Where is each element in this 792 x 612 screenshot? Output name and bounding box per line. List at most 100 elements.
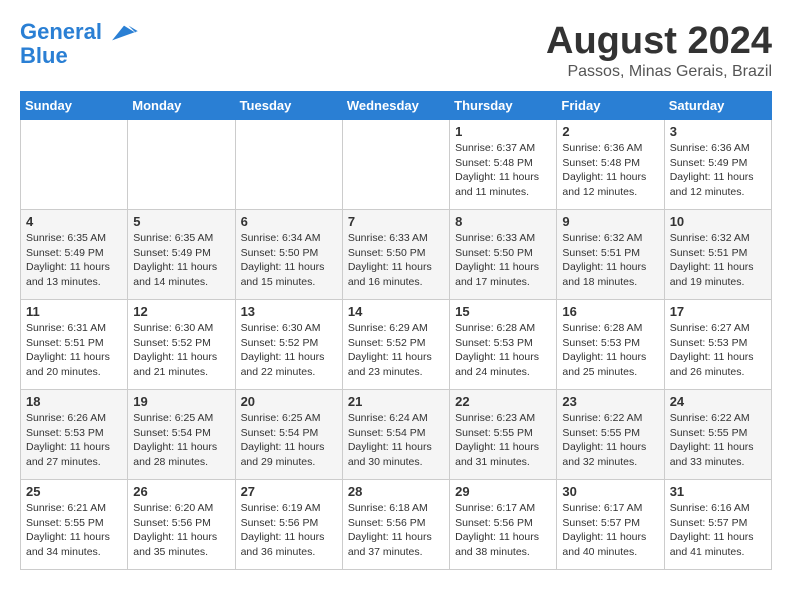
calendar-cell: 24Sunrise: 6:22 AM Sunset: 5:55 PM Dayli… [664,390,771,480]
day-info: Sunrise: 6:33 AM Sunset: 5:50 PM Dayligh… [348,231,444,290]
weekday-header-saturday: Saturday [664,92,771,120]
day-info: Sunrise: 6:16 AM Sunset: 5:57 PM Dayligh… [670,501,766,560]
calendar-subtitle: Passos, Minas Gerais, Brazil [546,63,772,81]
day-number: 30 [562,484,658,499]
day-number: 8 [455,214,551,229]
day-info: Sunrise: 6:28 AM Sunset: 5:53 PM Dayligh… [562,321,658,380]
day-info: Sunrise: 6:20 AM Sunset: 5:56 PM Dayligh… [133,501,229,560]
day-info: Sunrise: 6:28 AM Sunset: 5:53 PM Dayligh… [455,321,551,380]
day-number: 3 [670,124,766,139]
calendar-cell: 5Sunrise: 6:35 AM Sunset: 5:49 PM Daylig… [128,210,235,300]
calendar-cell: 27Sunrise: 6:19 AM Sunset: 5:56 PM Dayli… [235,480,342,570]
calendar-week-3: 11Sunrise: 6:31 AM Sunset: 5:51 PM Dayli… [21,300,772,390]
calendar-cell [128,120,235,210]
calendar-cell: 29 Sunrise: 6:17 AM Sunset: 5:56 PM Dayli… [450,480,557,570]
day-info: Sunrise: 6:17 AM Sunset: 5:56 PM Dayligh… [455,501,551,560]
logo-text: General [20,20,138,44]
day-info: Sunrise: 6:17 AM Sunset: 5:57 PM Dayligh… [562,501,658,560]
calendar-cell: 28Sunrise: 6:18 AM Sunset: 5:56 PM Dayli… [342,480,449,570]
weekday-header-friday: Friday [557,92,664,120]
calendar-cell: 25 Sunrise: 6:21 AM Sunset: 5:55 PM Dayli… [21,480,128,570]
calendar-cell: 22 Sunrise: 6:23 AM Sunset: 5:55 PM Dayli… [450,390,557,480]
weekday-header-row: SundayMondayTuesdayWednesdayThursdayFrid… [21,92,772,120]
day-number: 22 [455,394,551,409]
calendar-cell: 11Sunrise: 6:31 AM Sunset: 5:51 PM Dayli… [21,300,128,390]
day-number: 9 [562,214,658,229]
day-number: 25 [26,484,122,499]
calendar-cell: 23 Sunrise: 6:22 AM Sunset: 5:55 PM Dayli… [557,390,664,480]
day-info: Sunrise: 6:21 AM Sunset: 5:55 PM Dayligh… [26,501,122,560]
calendar-cell: 20 Sunrise: 6:25 AM Sunset: 5:54 PM Dayli… [235,390,342,480]
calendar-cell: 31Sunrise: 6:16 AM Sunset: 5:57 PM Dayli… [664,480,771,570]
day-number: 12 [133,304,229,319]
day-number: 4 [26,214,122,229]
day-number: 14 [348,304,444,319]
day-info: Sunrise: 6:34 AM Sunset: 5:50 PM Dayligh… [241,231,337,290]
day-info: Sunrise: 6:35 AM Sunset: 5:49 PM Dayligh… [26,231,122,290]
day-number: 29 [455,484,551,499]
calendar-cell: 14 Sunrise: 6:29 AM Sunset: 5:52 PM Dayli… [342,300,449,390]
calendar-cell: 19 Sunrise: 6:25 AM Sunset: 5:54 PM Dayli… [128,390,235,480]
calendar-cell: 17 Sunrise: 6:27 AM Sunset: 5:53 PM Dayli… [664,300,771,390]
day-info: Sunrise: 6:30 AM Sunset: 5:52 PM Dayligh… [133,321,229,380]
day-number: 17 [670,304,766,319]
calendar-cell: 26 Sunrise: 6:20 AM Sunset: 5:56 PM Dayli… [128,480,235,570]
calendar-cell [21,120,128,210]
weekday-header-sunday: Sunday [21,92,128,120]
calendar-week-2: 4 Sunrise: 6:35 AM Sunset: 5:49 PM Daylig… [21,210,772,300]
calendar-week-4: 18 Sunrise: 6:26 AM Sunset: 5:53 PM Dayli… [21,390,772,480]
weekday-header-wednesday: Wednesday [342,92,449,120]
day-number: 15 [455,304,551,319]
logo: General Blue [20,20,138,68]
day-info: Sunrise: 6:33 AM Sunset: 5:50 PM Dayligh… [455,231,551,290]
weekday-header-thursday: Thursday [450,92,557,120]
day-info: Sunrise: 6:26 AM Sunset: 5:53 PM Dayligh… [26,411,122,470]
calendar-cell: 3 Sunrise: 6:36 AM Sunset: 5:49 PM Daylig… [664,120,771,210]
calendar-cell: 2 Sunrise: 6:36 AM Sunset: 5:48 PM Daylig… [557,120,664,210]
day-info: Sunrise: 6:22 AM Sunset: 5:55 PM Dayligh… [562,411,658,470]
calendar-week-5: 25 Sunrise: 6:21 AM Sunset: 5:55 PM Dayli… [21,480,772,570]
day-number: 20 [241,394,337,409]
day-info: Sunrise: 6:25 AM Sunset: 5:54 PM Dayligh… [241,411,337,470]
day-number: 6 [241,214,337,229]
calendar-cell: 6 Sunrise: 6:34 AM Sunset: 5:50 PM Daylig… [235,210,342,300]
logo-blue: Blue [20,44,138,68]
day-number: 16 [562,304,658,319]
day-number: 18 [26,394,122,409]
calendar-cell: 13Sunrise: 6:30 AM Sunset: 5:52 PM Dayli… [235,300,342,390]
day-info: Sunrise: 6:27 AM Sunset: 5:53 PM Dayligh… [670,321,766,380]
day-number: 19 [133,394,229,409]
calendar-cell [342,120,449,210]
calendar-week-1: 1Sunrise: 6:37 AM Sunset: 5:48 PM Daylig… [21,120,772,210]
day-info: Sunrise: 6:32 AM Sunset: 5:51 PM Dayligh… [562,231,658,290]
calendar-title: August 2024 [546,20,772,63]
day-info: Sunrise: 6:35 AM Sunset: 5:49 PM Dayligh… [133,231,229,290]
day-number: 23 [562,394,658,409]
day-info: Sunrise: 6:36 AM Sunset: 5:49 PM Dayligh… [670,141,766,200]
day-info: Sunrise: 6:24 AM Sunset: 5:54 PM Dayligh… [348,411,444,470]
calendar-table: SundayMondayTuesdayWednesdayThursdayFrid… [20,91,772,570]
day-number: 26 [133,484,229,499]
page-header: General Blue August 2024 Passos, Minas G… [20,20,772,81]
day-info: Sunrise: 6:25 AM Sunset: 5:54 PM Dayligh… [133,411,229,470]
calendar-cell: 9 Sunrise: 6:32 AM Sunset: 5:51 PM Daylig… [557,210,664,300]
calendar-cell: 30 Sunrise: 6:17 AM Sunset: 5:57 PM Dayli… [557,480,664,570]
day-info: Sunrise: 6:29 AM Sunset: 5:52 PM Dayligh… [348,321,444,380]
day-info: Sunrise: 6:32 AM Sunset: 5:51 PM Dayligh… [670,231,766,290]
calendar-cell: 18 Sunrise: 6:26 AM Sunset: 5:53 PM Dayli… [21,390,128,480]
calendar-cell: 16 Sunrise: 6:28 AM Sunset: 5:53 PM Dayli… [557,300,664,390]
calendar-cell [235,120,342,210]
weekday-header-tuesday: Tuesday [235,92,342,120]
day-info: Sunrise: 6:30 AM Sunset: 5:52 PM Dayligh… [241,321,337,380]
day-info: Sunrise: 6:22 AM Sunset: 5:55 PM Dayligh… [670,411,766,470]
day-info: Sunrise: 6:36 AM Sunset: 5:48 PM Dayligh… [562,141,658,200]
day-info: Sunrise: 6:31 AM Sunset: 5:51 PM Dayligh… [26,321,122,380]
day-number: 7 [348,214,444,229]
calendar-cell: 12 Sunrise: 6:30 AM Sunset: 5:52 PM Dayli… [128,300,235,390]
day-info: Sunrise: 6:23 AM Sunset: 5:55 PM Dayligh… [455,411,551,470]
calendar-cell: 4 Sunrise: 6:35 AM Sunset: 5:49 PM Daylig… [21,210,128,300]
day-info: Sunrise: 6:19 AM Sunset: 5:56 PM Dayligh… [241,501,337,560]
day-info: Sunrise: 6:18 AM Sunset: 5:56 PM Dayligh… [348,501,444,560]
day-number: 2 [562,124,658,139]
calendar-cell: 7 Sunrise: 6:33 AM Sunset: 5:50 PM Daylig… [342,210,449,300]
